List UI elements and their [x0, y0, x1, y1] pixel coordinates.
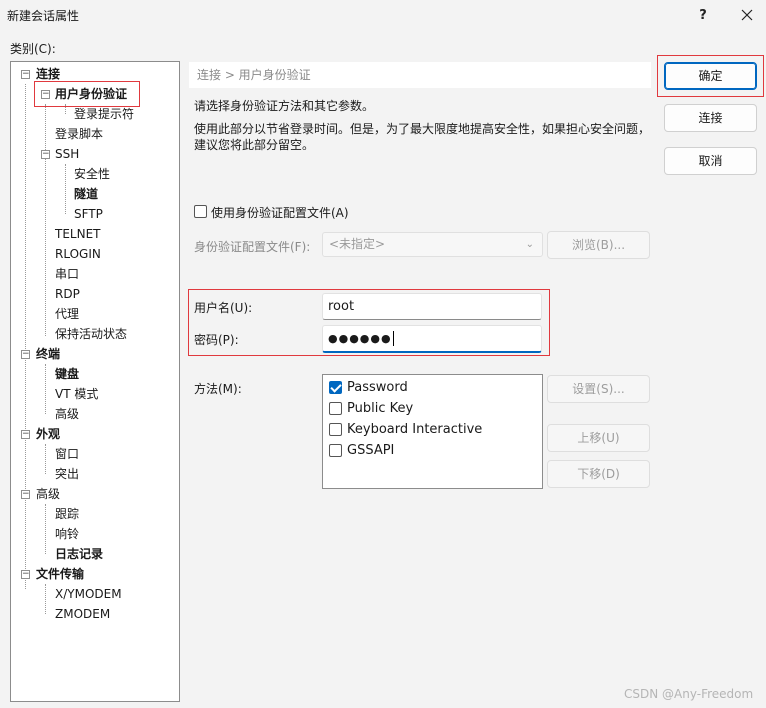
chevron-down-icon: ⌄ [525, 239, 534, 250]
password-checkbox[interactable] [329, 381, 342, 394]
description-text: 请选择身份验证方法和其它参数。 [194, 99, 375, 113]
password-label: 密码(P): [194, 333, 239, 347]
collapse-icon[interactable]: − [21, 350, 30, 359]
settings-button[interactable]: 设置(S)... [547, 375, 650, 403]
cancel-button[interactable]: 取消 [664, 147, 757, 175]
method-list[interactable]: Password Public Key Keyboard Interactive… [322, 374, 543, 489]
category-label: 类别(C): [10, 42, 56, 56]
profile-file-select[interactable]: <未指定> ⌄ [322, 232, 543, 257]
public-key-checkbox[interactable] [329, 402, 342, 415]
method-item-label: Public Key [347, 401, 414, 416]
profile-file-value: <未指定> [329, 237, 386, 251]
text-caret [392, 331, 394, 346]
collapse-icon[interactable]: − [21, 430, 30, 439]
method-item-label: GSSAPI [347, 443, 395, 458]
tree-item-window[interactable]: 窗口 [55, 444, 79, 464]
username-input[interactable]: root [322, 293, 542, 320]
tree-item-logging[interactable]: 日志记录 [55, 544, 103, 564]
title-bar: 新建会话属性 ? [0, 0, 766, 30]
highlight-box [34, 81, 140, 107]
close-icon [741, 9, 753, 21]
tree-item-advanced[interactable]: 高级 [36, 484, 60, 504]
tree-connector [65, 164, 66, 214]
tree-item-login-script[interactable]: 登录脚本 [55, 124, 103, 144]
browse-button[interactable]: 浏览(B)... [547, 231, 650, 259]
method-item-label: Password [347, 380, 408, 395]
tree-item-bell[interactable]: 响铃 [55, 524, 79, 544]
tree-item-tunnel[interactable]: 隧道 [74, 184, 98, 204]
use-profile-checkbox[interactable] [194, 205, 207, 218]
breadcrumb: 连接 > 用户身份验证 [189, 62, 651, 88]
move-up-button[interactable]: 上移(U) [547, 424, 650, 452]
tree-item-rlogin[interactable]: RLOGIN [55, 244, 101, 264]
keyboard-interactive-checkbox[interactable] [329, 423, 342, 436]
tree-item-login-prompts[interactable]: 登录提示符 [74, 104, 134, 124]
use-profile-label: 使用身份验证配置文件(A) [211, 206, 349, 220]
username-value: root [328, 299, 355, 314]
close-button[interactable] [724, 0, 766, 30]
tree-item-file-transfer[interactable]: 文件传输 [36, 564, 84, 584]
tree-item-highlight[interactable]: 突出 [55, 464, 79, 484]
tree-item-terminal-advanced[interactable]: 高级 [55, 404, 79, 424]
collapse-icon[interactable]: − [21, 70, 30, 79]
username-label: 用户名(U): [194, 301, 253, 315]
move-down-button[interactable]: 下移(D) [547, 460, 650, 488]
tree-item-serial[interactable]: 串口 [55, 264, 79, 284]
tree-item-rdp[interactable]: RDP [55, 284, 80, 304]
tree-item-vt-modes[interactable]: VT 模式 [55, 384, 98, 404]
help-button[interactable]: ? [680, 0, 726, 30]
gssapi-checkbox[interactable] [329, 444, 342, 457]
collapse-icon[interactable]: − [21, 490, 30, 499]
description-note: 使用此部分以节省登录时间。但是，为了最大限度地提高安全性，如果担心安全问题，建议… [194, 122, 651, 152]
connect-button[interactable]: 连接 [664, 104, 757, 132]
collapse-icon[interactable]: − [41, 150, 50, 159]
tree-item-trace[interactable]: 跟踪 [55, 504, 79, 524]
profile-file-label: 身份验证配置文件(F): [194, 240, 311, 254]
method-label: 方法(M): [194, 382, 242, 396]
tree-connector [45, 504, 46, 554]
ok-button[interactable]: 确定 [664, 62, 757, 90]
tree-item-terminal[interactable]: 终端 [36, 344, 60, 364]
tree-item-appearance[interactable]: 外观 [36, 424, 60, 444]
window-title: 新建会话属性 [7, 9, 80, 23]
tree-connector [45, 584, 46, 614]
tree-item-ssh[interactable]: SSH [55, 144, 79, 164]
tree-item-keyboard[interactable]: 键盘 [55, 364, 79, 384]
category-tree[interactable]: − − − − − − − 连接 用户身份验证 登录提示符 登录脚本 SSH 安… [10, 61, 180, 702]
tree-connector [45, 104, 46, 336]
tree-item-keep-alive[interactable]: 保持活动状态 [55, 324, 127, 344]
tree-item-zmodem[interactable]: ZMODEM [55, 604, 110, 624]
collapse-icon[interactable]: − [21, 570, 30, 579]
watermark: CSDN @Any-Freedom [624, 687, 754, 701]
password-value: ●●●●●● [328, 332, 392, 345]
tree-connector [45, 364, 46, 414]
password-input[interactable]: ●●●●●● [322, 325, 542, 353]
tree-item-security[interactable]: 安全性 [74, 164, 110, 184]
tree-connector [25, 84, 26, 589]
tree-item-sftp[interactable]: SFTP [74, 204, 103, 224]
method-item-label: Keyboard Interactive [347, 422, 483, 437]
tree-item-proxy[interactable]: 代理 [55, 304, 79, 324]
tree-item-telnet[interactable]: TELNET [55, 224, 101, 244]
tree-connector [45, 444, 46, 474]
tree-item-xymodem[interactable]: X/YMODEM [55, 584, 122, 604]
